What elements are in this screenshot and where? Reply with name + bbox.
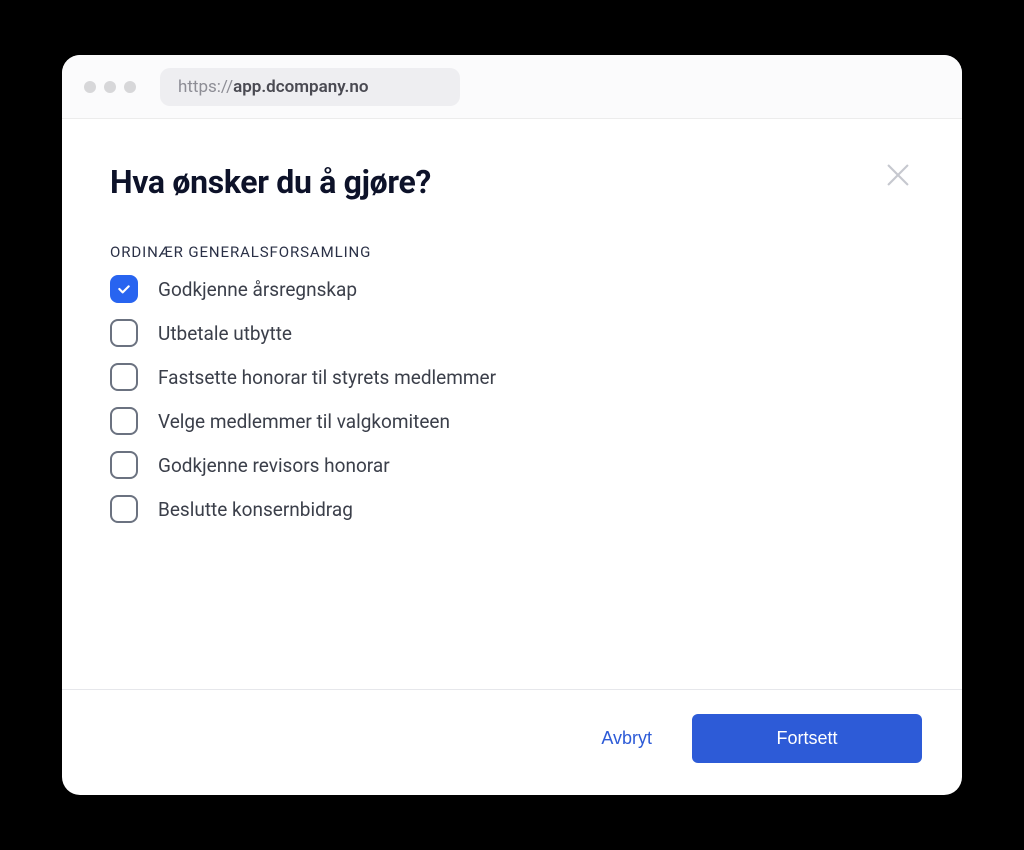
option-label: Beslutte konsernbidrag <box>158 498 353 521</box>
option-row[interactable]: Godkjenne revisors honorar <box>110 451 914 479</box>
continue-button[interactable]: Fortsett <box>692 714 922 763</box>
window-min-dot[interactable] <box>104 81 116 93</box>
modal-footer: Avbryt Fortsett <box>62 689 962 795</box>
checkbox[interactable] <box>110 407 138 435</box>
option-row[interactable]: Beslutte konsernbidrag <box>110 495 914 523</box>
option-label: Fastsette honorar til styrets medlemmer <box>158 366 496 389</box>
modal-content: Hva ønsker du å gjøre? ORDINÆR GENERALSF… <box>62 119 962 689</box>
window-controls <box>84 81 136 93</box>
option-row[interactable]: Utbetale utbytte <box>110 319 914 347</box>
checkbox[interactable] <box>110 319 138 347</box>
option-label: Velge medlemmer til valgkomiteen <box>158 410 450 433</box>
url-domain: app.dcompany.no <box>233 77 368 97</box>
window-close-dot[interactable] <box>84 81 96 93</box>
titlebar: https://app.dcompany.no <box>62 55 962 119</box>
options-list: Godkjenne årsregnskap Utbetale utbytte Fas… <box>110 275 914 523</box>
close-icon[interactable] <box>882 159 914 191</box>
option-label: Utbetale utbytte <box>158 322 292 345</box>
checkbox[interactable] <box>110 363 138 391</box>
modal-title: Hva ønsker du å gjøre? <box>110 163 914 201</box>
checkbox[interactable] <box>110 495 138 523</box>
checkbox[interactable] <box>110 275 138 303</box>
option-label: Godkjenne årsregnskap <box>158 278 357 301</box>
option-label: Godkjenne revisors honorar <box>158 454 390 477</box>
address-bar[interactable]: https://app.dcompany.no <box>160 68 460 106</box>
url-protocol: https:// <box>178 77 233 97</box>
browser-window: https://app.dcompany.no Hva ønsker du å … <box>62 55 962 795</box>
checkbox[interactable] <box>110 451 138 479</box>
section-label: ORDINÆR GENERALSFORSAMLING <box>110 243 914 261</box>
option-row[interactable]: Fastsette honorar til styrets medlemmer <box>110 363 914 391</box>
option-row[interactable]: Godkjenne årsregnskap <box>110 275 914 303</box>
window-max-dot[interactable] <box>124 81 136 93</box>
option-row[interactable]: Velge medlemmer til valgkomiteen <box>110 407 914 435</box>
cancel-button[interactable]: Avbryt <box>597 718 656 759</box>
